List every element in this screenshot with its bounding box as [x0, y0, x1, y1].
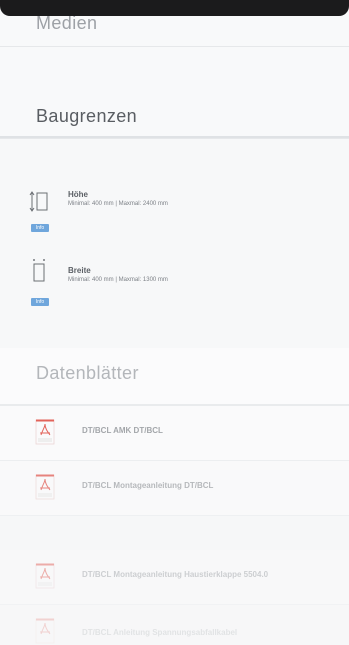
datasheet-link[interactable]: DT/BCL AMK DT/BCL: [0, 406, 349, 461]
baugrenzen-title: Baugrenzen: [36, 106, 138, 126]
height-limit-detail: Minimal: 400 mm | Maxmal: 2400 mm: [68, 201, 168, 207]
datasheet-link[interactable]: DT/BCL Anleitung Spannungsabfallkabel: [0, 605, 349, 645]
datenblaetter-title: Datenblätter: [36, 363, 139, 383]
pdf-file-icon: [35, 618, 55, 644]
baugrenzen-section-header[interactable]: Baugrenzen: [0, 82, 349, 138]
limit-row-width: Breite Minimal: 400 mm | Maxmal: 1300 mm…: [0, 257, 349, 317]
width-dimension-icon: [33, 259, 45, 282]
datasheet-link[interactable]: DT/BCL Montageanleitung Haustierklappe 5…: [0, 550, 349, 605]
datasheet-label: DT/BCL Montageanleitung Haustierklappe 5…: [82, 570, 269, 579]
datenblaetter-section-header[interactable]: Datenblätter: [0, 348, 349, 406]
height-info-badge[interactable]: Info: [31, 224, 49, 232]
height-dimension-icon: [29, 191, 48, 212]
datasheet-label: DT/BCL AMK DT/BCL: [82, 426, 163, 435]
datasheet-link[interactable]: DT/BCL Montageanleitung DT/BCL: [0, 461, 349, 516]
datasheet-label: DT/BCL Montageanleitung DT/BCL: [82, 481, 214, 490]
datasheet-label: DT/BCL Anleitung Spannungsabfallkabel: [82, 628, 238, 637]
baugrenzen-content: Höhe Minimal: 400 mm | Maxmal: 2400 mm I…: [0, 138, 349, 349]
limit-row-height: Höhe Minimal: 400 mm | Maxmal: 2400 mm I…: [0, 183, 349, 241]
window-topbar: [0, 0, 349, 16]
pdf-file-icon: [35, 419, 55, 445]
medien-title: Medien: [36, 13, 98, 33]
pdf-file-icon: [35, 474, 55, 500]
pdf-file-icon: [35, 563, 55, 589]
width-limit-detail: Minimal: 400 mm | Maxmal: 1300 mm: [68, 277, 168, 283]
medien-content: [0, 46, 349, 83]
width-info-badge[interactable]: Info: [31, 298, 49, 306]
height-limit-label: Höhe: [68, 190, 88, 199]
product-detail-page: Medien Baugrenzen Höhe Minimal: 400 mm |…: [0, 0, 349, 645]
width-limit-label: Breite: [68, 266, 91, 275]
